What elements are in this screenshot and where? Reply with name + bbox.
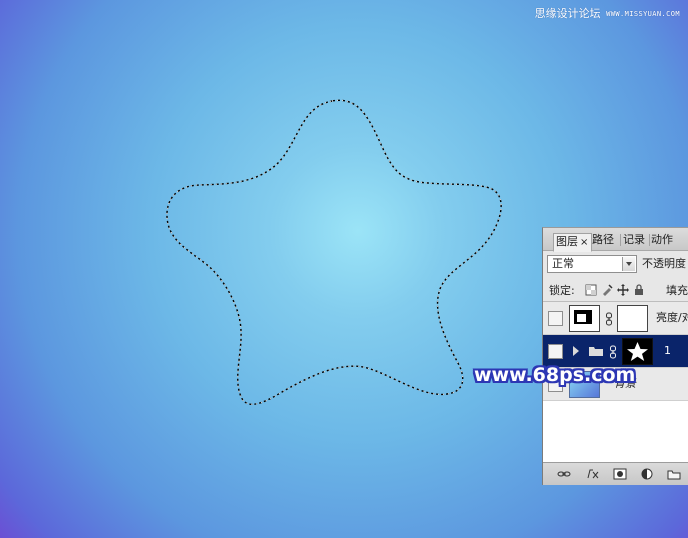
tab-actions-label: 动作 [651,233,673,246]
star-selection-highlight [166,99,502,405]
blend-mode-value: 正常 [552,257,574,270]
lock-row: 锁定: 填充 [549,283,688,301]
mask-thumbnail [617,305,648,332]
panel-tab-bar: 图层 × 路径 记录 动作 [543,228,688,252]
tab-actions[interactable]: 动作 [651,234,673,246]
mask-icon[interactable] [613,468,627,480]
site-watermark-center: www.68ps.com [474,364,636,386]
brightness-contrast-icon [574,310,592,324]
lock-label: 锁定: [549,284,575,297]
expand-arrow-icon[interactable] [572,345,580,357]
lock-brush-icon[interactable] [601,284,613,296]
star-selection-path [166,99,502,405]
link-layers-icon[interactable] [557,468,571,480]
blend-row: 正常 不透明度 [547,255,688,275]
layer-visibility-box[interactable] [548,311,563,326]
fill-label: 填充 [666,284,688,297]
lock-all-icon[interactable] [633,284,645,296]
star-icon [627,342,648,361]
opacity-label: 不透明度 [642,257,686,270]
lock-position-icon[interactable] [617,284,629,296]
tab-paths[interactable]: 路径 [592,234,614,246]
tab-divider [649,234,650,246]
chain-icon [606,312,612,326]
tab-history-label: 记录 [623,233,645,246]
tab-history[interactable]: 记录 [623,234,645,246]
tab-paths-label: 路径 [592,233,614,246]
folder-icon[interactable] [667,468,681,480]
close-icon[interactable]: × [580,237,588,248]
site-watermark-top: 思缘设计论坛 WWW.MISSYUAN.COM [535,8,680,20]
chevron-down-icon[interactable] [622,257,635,271]
layer-name: 亮度/对 [656,311,688,324]
tab-divider [620,234,621,246]
watermark-chinese-text: 思缘设计论坛 [534,7,601,20]
lock-transparency-icon[interactable] [585,284,597,296]
layers-panel[interactable]: 图层 × 路径 记录 动作 正常 不透明度 锁定: 填充 亮度/ 1 背景 [542,227,688,485]
layer-name: 1 [664,344,671,357]
layer-visibility-box[interactable] [548,344,563,359]
tab-layers[interactable]: 图层 × [553,233,593,252]
tab-layers-label: 图层 [556,235,578,248]
document-canvas[interactable]: 思缘设计论坛 WWW.MISSYUAN.COM 图层× 路径 记录 动作 正常 [0,0,688,538]
layer-row[interactable]: 亮度/对 [543,302,688,335]
star-mask-thumbnail [622,338,653,365]
chain-icon [610,345,616,359]
fx-icon[interactable] [586,468,600,480]
watermark-site-text: WWW.MISSYUAN.COM [606,10,680,18]
adjustment-thumbnail [569,305,600,332]
layers-bottom-toolbar [543,462,688,485]
adjustment-icon[interactable] [640,468,654,480]
blend-mode-select[interactable]: 正常 [547,255,637,273]
folder-icon [589,347,603,356]
